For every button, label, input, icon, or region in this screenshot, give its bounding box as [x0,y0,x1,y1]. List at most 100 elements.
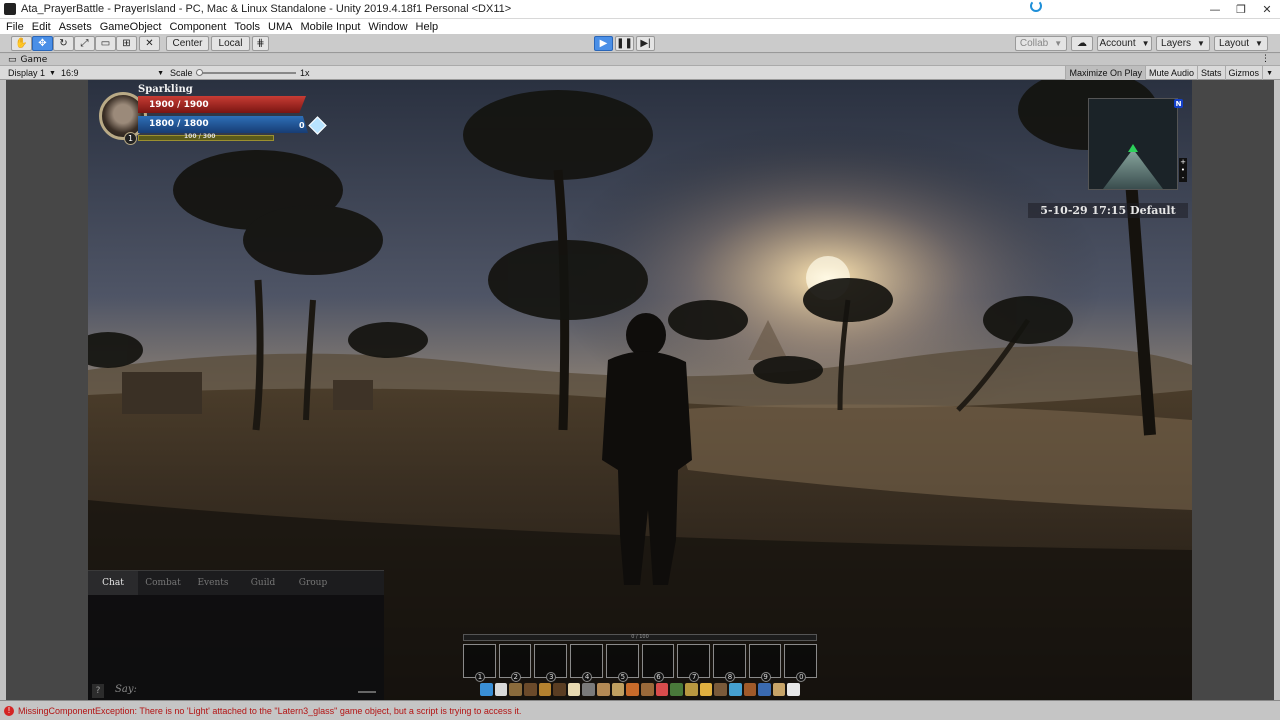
skill-icon-21[interactable] [772,683,786,696]
action-slot-9[interactable]: 9 [748,644,782,682]
menu-mobile-input[interactable]: Mobile Input [300,21,360,33]
action-slot-2[interactable]: 2 [498,644,532,682]
display-dropdown[interactable]: Display 1 ▼ [8,67,56,79]
scale-slider-track[interactable] [196,72,296,74]
console-status-bar[interactable]: ! MissingComponentException: There is no… [0,700,1280,720]
close-button[interactable]: ✕ [1254,0,1280,19]
menu-window[interactable]: Window [368,21,407,33]
menu-component[interactable]: Component [169,21,226,33]
menu-file[interactable]: File [6,21,24,33]
pivot-toggle[interactable]: Center [166,36,209,51]
skill-icon-15[interactable] [684,683,698,696]
maximize-on-play-toggle[interactable]: Maximize On Play [1065,66,1145,80]
zoom-in-button[interactable]: + [1179,158,1187,166]
cloud-button[interactable]: ☁ [1071,36,1093,51]
minimap[interactable] [1088,98,1178,190]
skill-icon-12[interactable] [641,683,654,696]
tab-combat[interactable]: Combat [138,571,188,595]
chevron-down-icon: ▼ [1255,39,1263,48]
game-view-icon: ▭ [8,54,17,65]
maximize-button[interactable]: ❐ [1228,0,1254,19]
step-button[interactable]: ▶| [636,36,655,51]
stats-toggle[interactable]: Stats [1197,66,1225,80]
skill-icon-17[interactable] [714,683,727,696]
player-name: Sparkling [138,84,193,95]
play-icon: ▶ [599,38,608,49]
unity-icon [4,3,16,15]
move-tool-button[interactable]: ✥ [32,36,53,51]
game-tab[interactable]: ▭ Game ⋮ [0,54,1280,66]
skill-icon-19[interactable] [743,683,757,696]
view-cone [1103,149,1163,189]
chat-help-button[interactable]: ? [92,684,104,698]
tab-group[interactable]: Group [288,571,338,595]
menu-tools[interactable]: Tools [234,21,260,33]
menu-uma[interactable]: UMA [268,21,292,33]
action-slot-0[interactable]: 0 [784,644,818,682]
menu-edit[interactable]: Edit [32,21,51,33]
skill-icon-16[interactable] [699,683,713,696]
account-dropdown[interactable]: Account ▼ [1097,36,1152,51]
tab-events[interactable]: Events [188,571,238,595]
skill-icon-2[interactable] [494,683,508,696]
layers-dropdown[interactable]: Layers ▼ [1156,36,1210,51]
transform-tool-button[interactable]: ⊞ [116,36,137,51]
menu-gameobject[interactable]: GameObject [100,21,162,33]
layout-dropdown[interactable]: Layout ▼ [1214,36,1268,51]
action-slot-3[interactable]: 3 [534,644,568,682]
skill-icon-18[interactable] [728,683,742,696]
skill-icon-13[interactable] [655,683,669,696]
hand-tool-button[interactable]: ✋ [11,36,32,51]
gizmos-toggle[interactable]: Gizmos [1224,66,1263,80]
skill-icon-5[interactable] [538,683,552,696]
skill-icon-6[interactable] [553,683,566,696]
collab-dropdown[interactable]: Collab ▼ [1015,36,1067,51]
menu-help[interactable]: Help [416,21,439,33]
tab-guild[interactable]: Guild [238,571,288,595]
snap-button[interactable]: ⋕ [252,36,269,51]
chevron-down-icon: ▼ [1266,69,1273,77]
skill-icon-1[interactable] [480,683,493,696]
zoom-out-button[interactable]: - [1179,174,1187,182]
scale-tool-button[interactable]: ⤢ [74,36,95,51]
skill-icon-14[interactable] [670,683,683,696]
rect-tool-button[interactable]: ▭ [95,36,116,51]
skill-icon-20[interactable] [758,683,771,696]
scale-slider-handle[interactable] [196,69,203,76]
skill-icon-7[interactable] [567,683,581,696]
mute-audio-toggle[interactable]: Mute Audio [1145,66,1197,80]
skill-icon-11[interactable] [626,683,640,696]
rotate-tool-button[interactable]: ↻ [53,36,74,51]
skill-icon-9[interactable] [597,683,610,696]
tab-chat[interactable]: Chat [88,571,138,595]
pause-button[interactable]: ❚❚ [615,36,634,51]
tab-menu-icon[interactable]: ⋮ [1261,54,1270,64]
skill-icon-10[interactable] [611,683,625,696]
custom-tool-button[interactable]: ✕ [139,36,160,51]
action-slot-4[interactable]: 4 [570,644,603,682]
error-icon: ! [4,705,14,716]
action-slot-8[interactable]: 8 [712,644,746,682]
zoom-reset-button[interactable]: • [1179,166,1187,174]
space-toggle[interactable]: Local [211,36,250,51]
minimize-button[interactable]: — [1202,0,1228,19]
letterbox-left [6,80,88,700]
action-slot-7[interactable]: 7 [677,644,710,682]
skill-icon-22[interactable] [787,683,801,696]
menu-assets[interactable]: Assets [59,21,92,33]
chat-input[interactable]: Say: [115,684,377,698]
action-slot-6[interactable]: 6 [641,644,675,682]
action-slot-5[interactable]: 5 [605,644,639,682]
send-icon[interactable] [358,691,376,693]
gizmos-dropdown[interactable]: ▼ [1262,66,1276,80]
skill-icon-4[interactable] [523,683,537,696]
action-slot-1[interactable]: 1 [463,644,496,682]
actionbar-xp-bar: 0 / 100 [463,634,817,641]
skill-icon-3[interactable] [509,683,522,696]
skill-icon-8[interactable] [582,683,596,696]
minimap-zoom-controls[interactable]: + • - [1179,158,1187,182]
play-button[interactable]: ▶ [594,36,613,51]
game-tab-label: Game [20,54,48,65]
action-slots: 1 2 3 4 5 6 7 8 9 0 [463,644,818,682]
aspect-dropdown[interactable]: 16:9 ▼ [61,67,164,79]
